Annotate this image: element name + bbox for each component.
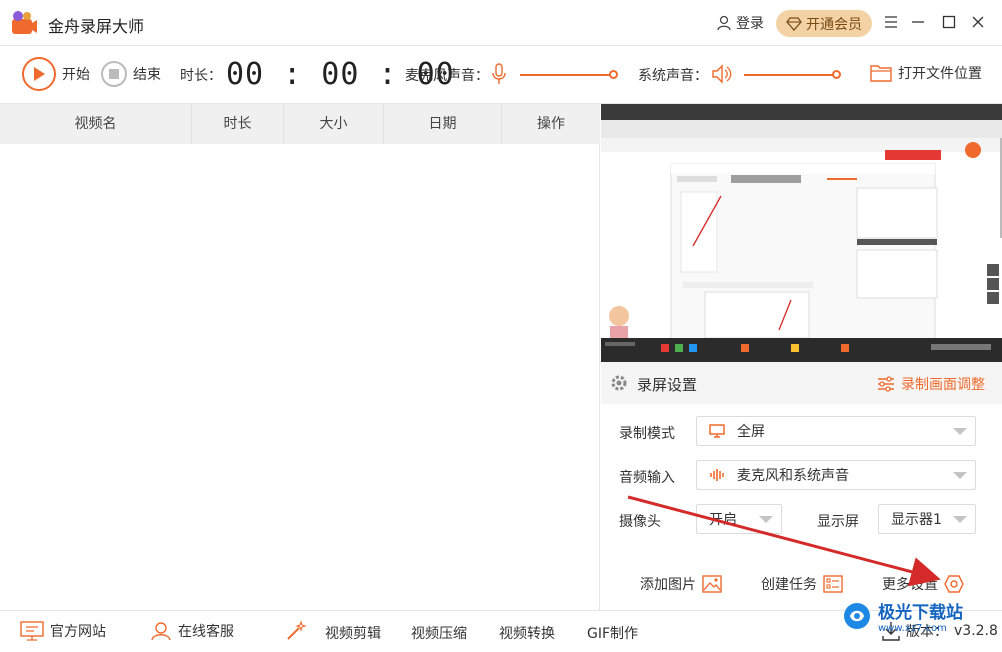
audio-input-select[interactable]: 麦克风和系统声音 <box>696 460 976 490</box>
record-mode-label: 录制模式 <box>619 426 675 442</box>
close-icon <box>972 16 984 28</box>
vip-label: 开通会员 <box>806 16 862 33</box>
audio-wave-icon <box>710 469 724 481</box>
login-label: 登录 <box>736 16 764 32</box>
adjust-recording-label: 录制画面调整 <box>901 377 985 393</box>
display-label: 显示屏 <box>817 514 859 530</box>
camera-value: 开启 <box>709 512 737 528</box>
more-settings-button[interactable]: 更多设置 <box>882 574 964 594</box>
app-logo-icon <box>12 11 37 34</box>
minimize-button[interactable] <box>908 12 928 32</box>
close-button[interactable] <box>968 12 988 32</box>
support-agent-icon <box>151 622 171 641</box>
official-website-button[interactable]: 官方网站 <box>20 621 106 641</box>
gif-maker-button[interactable]: GIF制作 <box>587 623 638 643</box>
column-header-name[interactable]: 视频名 <box>0 104 192 144</box>
app-title: 金舟录屏大师 <box>48 17 145 36</box>
stop-label: 结束 <box>133 67 161 83</box>
task-list-icon <box>823 575 843 593</box>
open-folder-label: 打开文件位置 <box>898 66 982 82</box>
video-compress-button[interactable]: 视频压缩 <box>411 623 467 643</box>
menu-icon <box>885 16 897 28</box>
create-task-button[interactable]: 创建任务 <box>761 574 843 594</box>
recording-settings-header: 录屏设置 录制画面调整 <box>601 362 1002 404</box>
microphone-icon <box>492 63 506 84</box>
user-icon <box>717 15 731 31</box>
official-website-label: 官方网站 <box>50 624 106 640</box>
chevron-down-icon <box>953 428 967 435</box>
more-settings-label: 更多设置 <box>882 577 938 593</box>
maximize-icon <box>942 15 956 29</box>
play-icon <box>22 57 56 91</box>
watermark-text: 极光下载站 <box>878 603 963 623</box>
column-header-actions[interactable]: 操作 <box>502 104 600 144</box>
watermark-logo-icon <box>844 603 870 629</box>
monitor-icon <box>20 621 44 641</box>
recordings-table-header: 视频名 时长 大小 日期 操作 <box>0 104 600 144</box>
minimize-icon <box>912 21 924 23</box>
camera-label: 摄像头 <box>619 514 661 530</box>
chevron-down-icon <box>953 516 967 523</box>
stop-icon <box>101 61 127 87</box>
add-image-label: 添加图片 <box>640 577 696 593</box>
duration-label: 时长： <box>180 68 222 84</box>
mic-slider-knob[interactable] <box>609 70 618 79</box>
watermark-url: www.xz7.com <box>878 623 947 634</box>
title-bar: 金舟录屏大师 登录 开通会员 <box>0 0 1002 46</box>
adjust-recording-area-button[interactable]: 录制画面调整 <box>877 374 985 394</box>
chevron-down-icon <box>759 516 773 523</box>
login-button[interactable]: 登录 <box>716 13 764 33</box>
record-mode-value: 全屏 <box>737 424 765 440</box>
online-support-button[interactable]: 在线客服 <box>150 621 234 641</box>
record-toolbar: 开始 结束 时长： 00 : 00 : 00 麦克风声音： 系统声音： 打开文件… <box>0 46 1002 104</box>
magic-wand-icon <box>287 620 307 640</box>
video-convert-button[interactable]: 视频转换 <box>499 623 555 643</box>
add-image-button[interactable]: 添加图片 <box>640 574 722 594</box>
menu-button[interactable] <box>881 12 901 32</box>
diamond-icon <box>786 16 802 31</box>
system-slider-track <box>744 74 836 76</box>
column-header-duration[interactable]: 时长 <box>192 104 284 144</box>
column-header-date[interactable]: 日期 <box>384 104 502 144</box>
audio-input-label: 音频输入 <box>619 470 675 486</box>
record-mode-select[interactable]: 全屏 <box>696 416 976 446</box>
display-select[interactable]: 显示器1 <box>878 504 976 534</box>
system-volume-label: 系统声音： <box>638 68 708 84</box>
chevron-down-icon <box>953 472 967 479</box>
recordings-list <box>0 144 600 610</box>
recording-settings-panel: 录制模式 全屏 音频输入 麦克风和系统声音 摄像头 开启 显示屏 显示器1 添加… <box>601 404 1002 610</box>
vip-button[interactable]: 开通会员 <box>776 10 872 37</box>
create-task-label: 创建任务 <box>761 577 817 593</box>
mic-volume-label: 麦克风声音： <box>405 68 489 84</box>
desktop-preview-image <box>601 104 1002 362</box>
folder-icon <box>870 65 892 82</box>
stop-button[interactable]: 结束 <box>101 61 161 87</box>
video-edit-button[interactable]: 视频剪辑 <box>325 623 381 643</box>
monitor-icon <box>709 424 725 438</box>
speaker-icon <box>712 64 732 84</box>
camera-select[interactable]: 开启 <box>696 504 782 534</box>
audio-input-value: 麦克风和系统声音 <box>737 468 849 484</box>
column-header-size[interactable]: 大小 <box>284 104 384 144</box>
open-folder-button[interactable]: 打开文件位置 <box>870 63 982 83</box>
sliders-icon <box>878 376 894 392</box>
start-label: 开始 <box>62 67 90 83</box>
maximize-button[interactable] <box>939 12 959 32</box>
online-support-label: 在线客服 <box>178 624 234 640</box>
start-button[interactable]: 开始 <box>22 57 90 91</box>
watermark: 极光下载站 www.xz7.com <box>842 598 963 634</box>
hexagon-settings-icon <box>944 575 964 593</box>
display-value: 显示器1 <box>891 512 942 528</box>
gear-icon <box>611 375 627 391</box>
system-slider-knob[interactable] <box>832 70 841 79</box>
screen-preview <box>601 104 1002 362</box>
mic-slider-track <box>520 74 612 76</box>
settings-title: 录屏设置 <box>637 376 698 394</box>
image-icon <box>702 575 722 593</box>
